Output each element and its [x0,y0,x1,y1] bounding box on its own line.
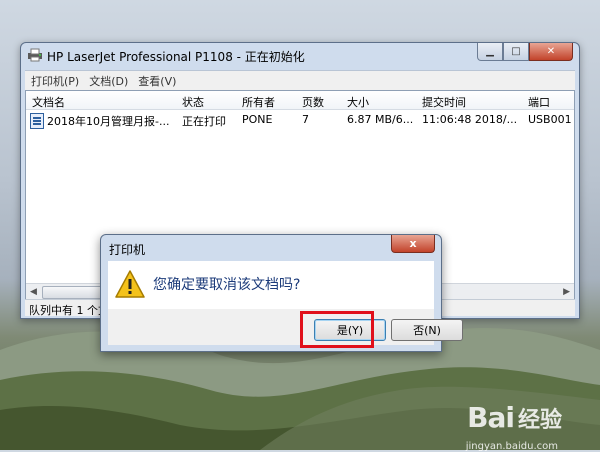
menu-view[interactable]: 查看(V) [138,73,176,89]
col-submitted[interactable]: 提交时间 [422,94,466,110]
menu-bar: 打印机(P) 文档(D) 查看(V) [25,70,575,90]
maximize-button[interactable]: □ [503,43,529,61]
col-size[interactable]: 大小 [347,94,369,110]
watermark-logo: Bai [467,401,515,434]
row-status: 正在打印 [182,115,226,128]
row-port: USB001 [528,113,572,126]
row-owner: PONE [242,113,273,126]
minimize-icon: ▁ [486,46,494,57]
col-docname[interactable]: 文档名 [32,94,65,110]
dialog-close-button[interactable]: x [391,235,435,253]
close-icon: x [409,237,417,250]
status-text: 队列中有 1 个文 [29,304,109,317]
col-pages[interactable]: 页数 [302,94,324,110]
baidu-watermark: Bai 经验 jingyan.baidu.com [466,401,562,452]
minimize-button[interactable]: ▁ [477,43,503,61]
dialog-body: 您确定要取消该文档吗? [108,261,434,309]
highlight-box [300,311,374,348]
confirm-dialog: 打印机 x 您确定要取消该文档吗? 是(Y) 否(N) [100,234,463,352]
dialog-footer: 是(Y) 否(N) [108,309,463,345]
scroll-left-icon[interactable]: ◀ [30,287,37,297]
window-titlebar[interactable]: HP LaserJet Professional P1108 - 正在初始化 ▁… [21,43,579,69]
scroll-right-icon[interactable]: ▶ [563,287,570,297]
printer-icon [28,48,42,62]
col-status[interactable]: 状态 [182,94,204,110]
column-header: 文档名 状态 所有者 页数 大小 提交时间 端口 [26,91,574,110]
no-button[interactable]: 否(N) [391,319,463,341]
row-docname: 2018年10月管理月报-... [47,115,170,128]
row-pages: 7 [302,113,309,126]
table-row[interactable]: 2018年10月管理月报-... 正在打印 PONE 7 6.87 MB/6..… [26,110,574,129]
col-owner[interactable]: 所有者 [242,94,275,110]
watermark-jingyan: 经验 [517,408,562,433]
close-icon: ✕ [546,46,556,57]
watermark-url: jingyan.baidu.com [465,441,558,452]
warning-icon [115,270,145,298]
caption-buttons: ▁ □ ✕ [477,43,573,61]
menu-document[interactable]: 文档(D) [89,73,128,89]
dialog-title: 打印机 [109,243,146,257]
menu-printer[interactable]: 打印机(P) [31,73,79,89]
dialog-message: 您确定要取消该文档吗? [153,277,301,293]
row-size: 6.87 MB/6... [347,113,414,126]
row-submitted: 11:06:48 2018/... [422,113,518,126]
close-button[interactable]: ✕ [529,43,573,61]
window-title: HP LaserJet Professional P1108 - 正在初始化 [47,50,305,64]
document-icon [30,113,44,129]
maximize-icon: □ [511,46,521,57]
col-port[interactable]: 端口 [528,94,550,110]
